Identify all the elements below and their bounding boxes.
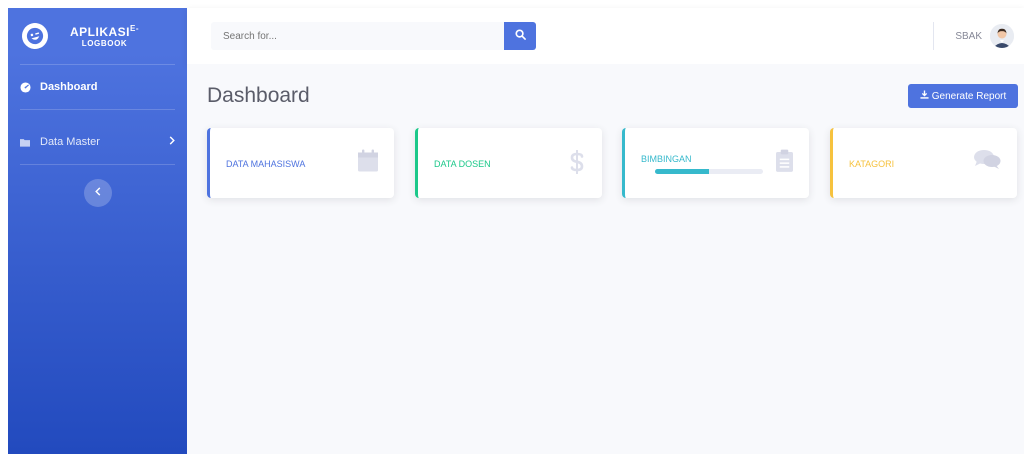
tachometer-icon bbox=[20, 81, 34, 93]
generate-report-button[interactable]: Generate Report bbox=[908, 84, 1018, 108]
card-label: DATA DOSEN bbox=[434, 159, 491, 169]
topbar: SBAK bbox=[187, 8, 1024, 64]
user-name: SBAK bbox=[955, 30, 982, 42]
card-bimbingan[interactable]: BIMBINGAN bbox=[622, 128, 809, 198]
sidebar-item-label: Dashboard bbox=[40, 81, 98, 93]
search-input[interactable] bbox=[211, 22, 504, 50]
sidebar-item-dashboard[interactable]: Dashboard bbox=[8, 65, 187, 109]
card-label: DATA MAHASISWA bbox=[226, 159, 306, 169]
brand-text: APLIKASIE- LOGBOOK bbox=[70, 24, 139, 49]
download-icon bbox=[920, 90, 932, 102]
bimbingan-progress-fill bbox=[655, 169, 709, 174]
card-katagori[interactable]: KATAGORI bbox=[830, 128, 1017, 198]
brand-title: APLIKASIE- bbox=[70, 23, 140, 39]
main-content: Dashboard Generate Report DATA MAHASISWA… bbox=[187, 64, 1024, 454]
card-data-dosen[interactable]: DATA DOSEN bbox=[415, 128, 602, 198]
page-title: Dashboard bbox=[207, 84, 310, 107]
chevron-left-icon bbox=[94, 187, 101, 199]
calendar-icon bbox=[358, 149, 378, 177]
laugh-wink-icon bbox=[19, 20, 51, 52]
search-icon bbox=[514, 27, 526, 45]
folder-icon bbox=[20, 138, 34, 147]
bimbingan-progress-bar bbox=[655, 169, 763, 174]
brand-subtitle: LOGBOOK bbox=[81, 39, 128, 49]
sidebar-item-label: Data Master bbox=[40, 136, 100, 148]
card-label: BIMBINGAN bbox=[641, 154, 692, 164]
sidebar-item-data-master[interactable]: Data Master bbox=[8, 120, 187, 164]
card-label: KATAGORI bbox=[849, 159, 895, 169]
search-bar bbox=[211, 22, 536, 50]
sidebar-toggle-button[interactable] bbox=[83, 179, 112, 207]
app-window: APLIKASIE- LOGBOOK Dashboard Data Master bbox=[0, 0, 1024, 454]
topbar-divider bbox=[933, 22, 934, 50]
sidebar-divider bbox=[20, 164, 175, 165]
brand-title-sup: E- bbox=[130, 23, 140, 33]
user-menu[interactable]: SBAK bbox=[955, 24, 1014, 48]
generate-report-label: Generate Report bbox=[931, 90, 1007, 102]
user-avatar bbox=[990, 24, 1014, 48]
dollar-icon bbox=[570, 149, 584, 180]
comments-icon bbox=[973, 149, 1001, 174]
sidebar: APLIKASIE- LOGBOOK Dashboard Data Master bbox=[8, 8, 187, 454]
search-button[interactable] bbox=[504, 22, 536, 50]
chevron-right-icon bbox=[169, 136, 175, 148]
sidebar-brand[interactable]: APLIKASIE- LOGBOOK bbox=[8, 8, 187, 64]
clipboard-icon bbox=[776, 149, 793, 177]
card-data-mahasiswa[interactable]: DATA MAHASISWA bbox=[207, 128, 394, 198]
